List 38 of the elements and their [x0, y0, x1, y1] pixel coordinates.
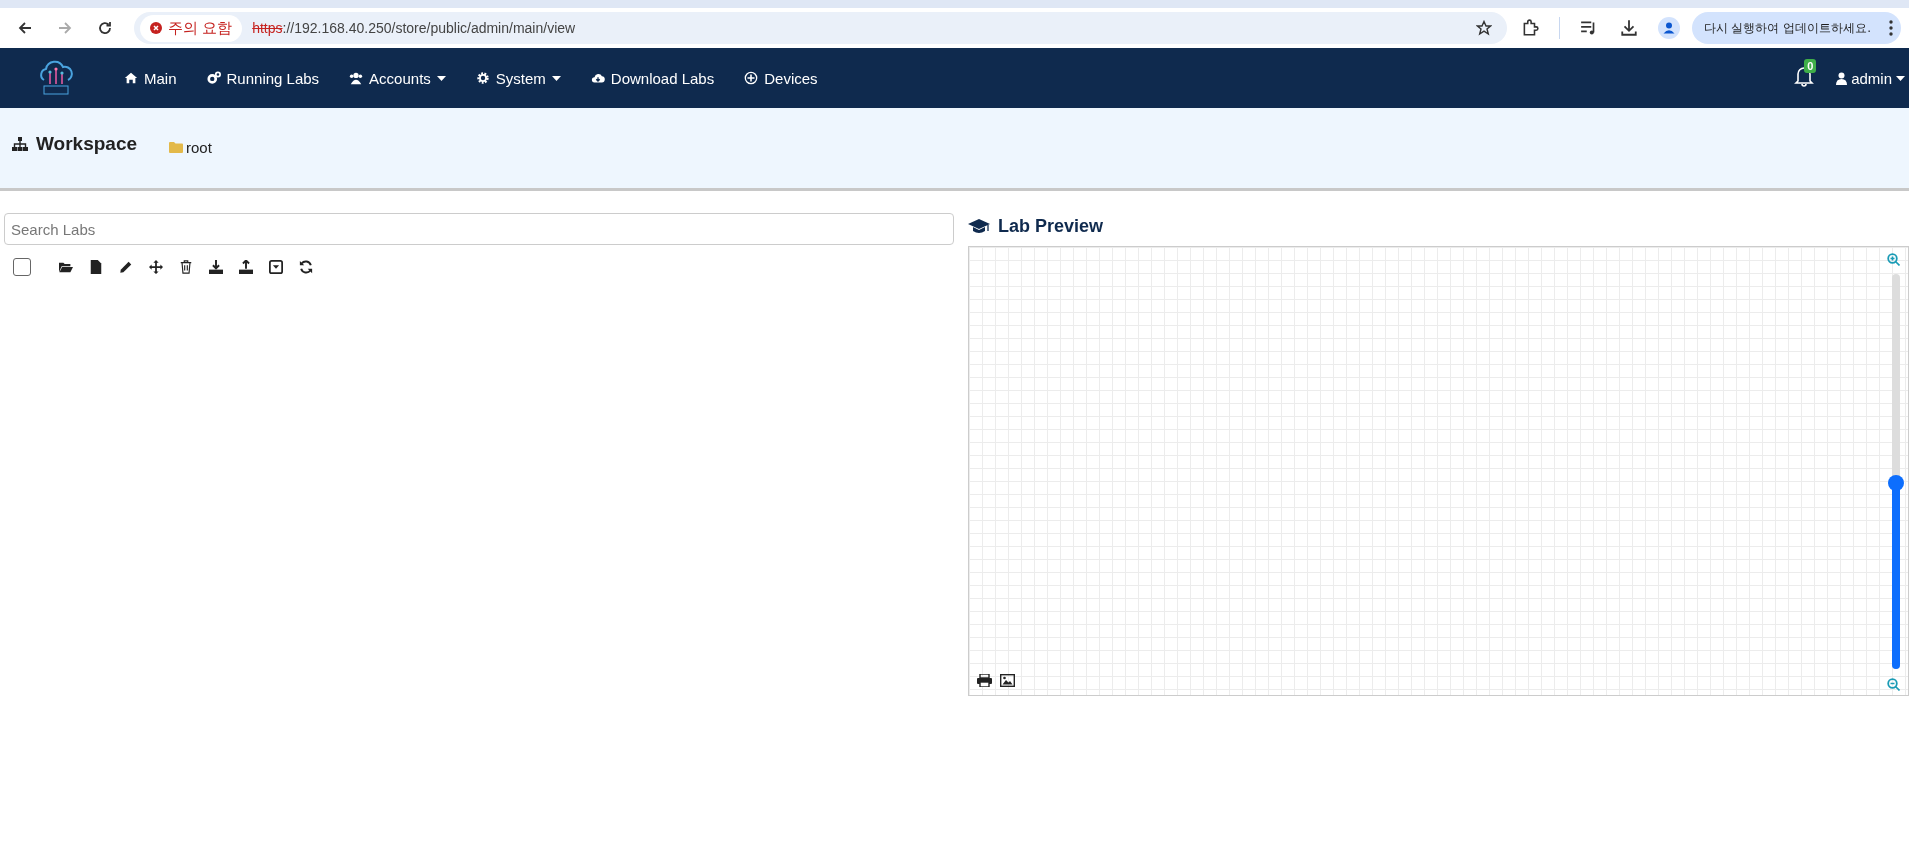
- select-all-checkbox[interactable]: [13, 258, 31, 276]
- nav-link[interactable]: System: [475, 69, 561, 87]
- forward-arrow-icon: [57, 20, 73, 36]
- nav-link[interactable]: Download Labs: [590, 69, 715, 87]
- circle-plus-icon: [744, 71, 759, 85]
- back-arrow-icon: [17, 20, 33, 36]
- nav-link[interactable]: Accounts: [349, 69, 446, 87]
- cloud-download-icon: [590, 71, 605, 85]
- kebab-menu-icon: [1889, 20, 1893, 36]
- workspace-title: Workspace: [36, 133, 138, 155]
- sitemap-icon: [12, 137, 28, 151]
- zoom-out-icon[interactable]: [1887, 678, 1900, 691]
- user-menu[interactable]: admin: [1836, 69, 1905, 87]
- image-icon[interactable]: [1000, 674, 1015, 687]
- security-chip[interactable]: 주의 요함: [140, 14, 243, 42]
- nav-link[interactable]: Devices: [744, 69, 818, 87]
- update-button[interactable]: 다시 실행하여 업데이트하세요.: [1691, 12, 1901, 44]
- error-icon: [150, 22, 162, 34]
- nav-link[interactable]: Running Labs: [206, 69, 320, 87]
- zoom-slider-thumb[interactable]: [1888, 475, 1904, 492]
- notification-count: 0: [1804, 59, 1817, 73]
- url-text: https://192.168.40.250/store/public/admin/main/view: [252, 20, 576, 36]
- gears-icon: [206, 71, 221, 85]
- caret-icon: [1896, 75, 1905, 81]
- nav-link[interactable]: Main: [124, 69, 177, 87]
- user-icon: [1836, 71, 1848, 85]
- print-icon[interactable]: [977, 674, 992, 687]
- search-field[interactable]: Search Labs: [4, 213, 954, 245]
- reload-icon: [97, 20, 113, 36]
- folder-icon: [169, 141, 184, 153]
- home-icon: [124, 71, 138, 85]
- address-bar[interactable]: 주의 요함 https://192.168.40.250/store/public/admin/main/view: [134, 12, 1507, 44]
- users-icon: [349, 71, 364, 85]
- folder-link[interactable]: root: [169, 138, 212, 156]
- lab-preview-title: Lab Preview: [998, 215, 1104, 237]
- zoom-in-icon[interactable]: [1887, 253, 1900, 266]
- gear-icon: [475, 71, 490, 85]
- graduation-cap-icon: [968, 218, 990, 234]
